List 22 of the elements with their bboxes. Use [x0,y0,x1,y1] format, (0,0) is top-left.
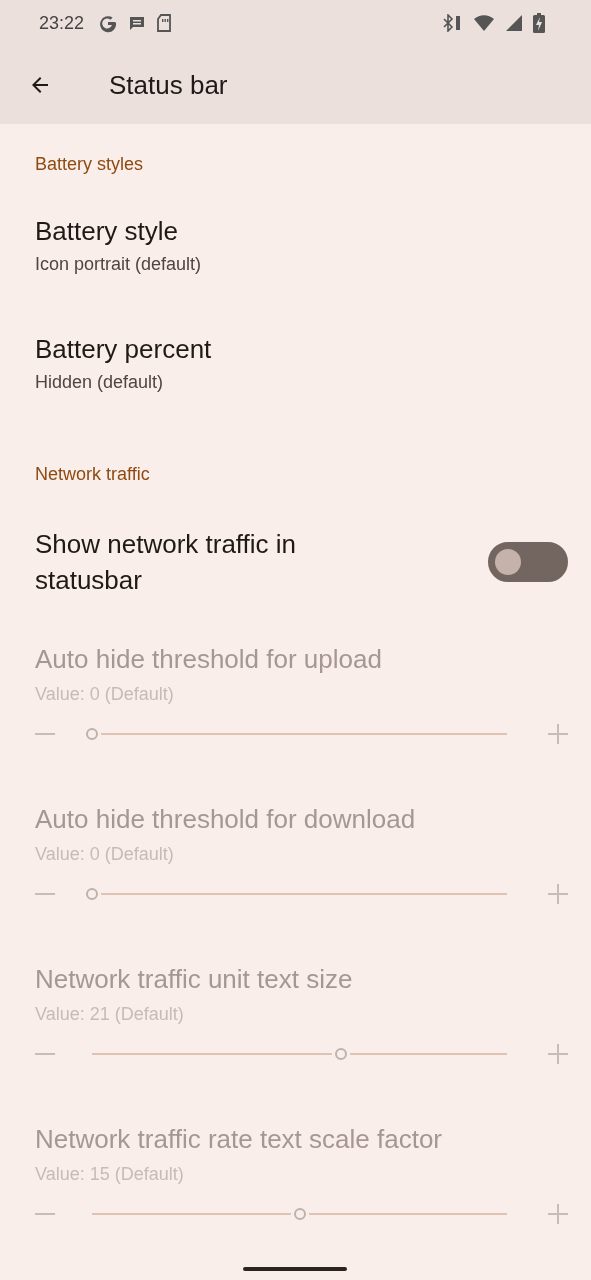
toggle-switch[interactable] [488,542,568,582]
preference-title: Network traffic unit text size [35,964,353,995]
navigation-handle[interactable] [243,1267,347,1271]
message-icon [128,14,147,32]
preference-title: Network traffic rate text scale factor [35,1124,442,1155]
toolbar-title: Status bar [109,69,228,101]
google-icon [98,13,119,33]
section-header: Network traffic [35,463,151,486]
preference-title[interactable]: Battery style [35,216,179,247]
signal-icon [505,14,523,32]
battery-charging-icon [533,13,545,33]
bluetooth-icon [441,14,463,32]
preference-title[interactable]: Show network traffic in statusbar [35,526,365,598]
status-time: 23:22 [39,12,85,34]
preference-title[interactable]: Battery percent [35,334,212,365]
sd-card-icon [156,14,173,32]
section-header: Battery styles [35,153,145,176]
preference-summary: Icon portrait (default) [35,254,202,275]
wifi-icon [473,14,495,32]
preference-title: Auto hide threshold for upload [35,644,382,675]
preference-summary: Hidden (default) [35,372,164,393]
preference-title: Auto hide threshold for download [35,804,416,835]
